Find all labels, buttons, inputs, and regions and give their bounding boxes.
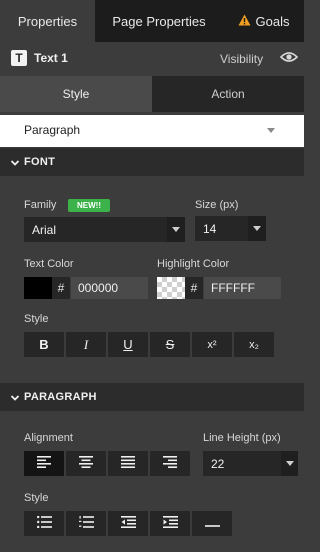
eye-icon[interactable] — [279, 50, 299, 64]
strikethrough-icon: S — [165, 337, 175, 352]
outdent-icon — [120, 516, 136, 531]
text-element-icon: T — [11, 50, 27, 66]
align-left-icon — [37, 456, 51, 471]
tab-page-properties[interactable]: Page Properties — [95, 0, 223, 42]
text-color-input[interactable]: 000000 — [71, 277, 148, 299]
new-badge: NEW!! — [68, 199, 110, 212]
align-left-button[interactable] — [24, 451, 64, 476]
strikethrough-button[interactable]: S — [150, 332, 190, 357]
highlight-color-swatch[interactable] — [157, 277, 185, 299]
underline-icon: U — [123, 337, 133, 352]
font-size-input[interactable]: 14 — [195, 216, 248, 241]
underline-button[interactable]: U — [108, 332, 148, 357]
font-size-dropdown-button[interactable] — [248, 216, 266, 241]
tab-goals-label: Goals — [255, 13, 290, 29]
align-justify-button[interactable] — [108, 451, 148, 476]
align-center-icon — [79, 456, 93, 471]
highlight-color-input[interactable]: FFFFFF — [204, 277, 281, 299]
line-height-dropdown-button[interactable] — [281, 451, 298, 476]
align-justify-icon — [121, 456, 135, 471]
italic-button[interactable]: I — [66, 332, 106, 357]
bold-icon: B — [39, 337, 49, 352]
tab-style-label: Style — [62, 87, 90, 101]
subscript-icon: x₂ — [249, 338, 259, 351]
chevron-down-icon — [172, 227, 180, 232]
horizontal-rule-button[interactable] — [192, 511, 232, 536]
text-color-label: Text Color — [24, 258, 74, 270]
font-family-value: Arial — [32, 222, 57, 237]
chevron-down-icon — [285, 461, 294, 466]
font-size-value: 14 — [203, 221, 217, 236]
superscript-icon: x² — [207, 338, 217, 351]
visibility-label: Visibility — [220, 52, 264, 66]
font-style-label: Style — [24, 313, 49, 325]
size-label: Size (px) — [195, 199, 239, 211]
highlight-color-hash: # — [185, 277, 203, 299]
subscript-button[interactable]: x₂ — [234, 332, 274, 357]
text-type-value: Paragraph — [24, 123, 81, 137]
superscript-button[interactable]: x² — [192, 332, 232, 357]
text-color-swatch[interactable] — [24, 277, 52, 299]
font-family-select[interactable]: Arial — [24, 217, 167, 242]
line-height-label: Line Height (px) — [203, 432, 281, 444]
numbered-list-button[interactable] — [66, 511, 106, 536]
paragraph-style-buttons — [24, 511, 232, 536]
bulleted-list-button[interactable] — [24, 511, 64, 536]
sub-tab-bar: Style Action — [0, 76, 304, 112]
highlight-color-value: FFFFFF — [211, 281, 255, 295]
chevron-down-icon — [253, 226, 261, 231]
tab-style[interactable]: Style — [0, 76, 152, 112]
family-label: Family — [24, 199, 57, 211]
tab-action[interactable]: Action — [152, 76, 304, 112]
text-color-hash: # — [52, 277, 70, 299]
bold-button[interactable]: B — [24, 332, 64, 357]
font-family-dropdown-button[interactable] — [167, 217, 185, 242]
align-right-button[interactable] — [150, 451, 190, 476]
paragraph-section-title: PARAGRAPH — [24, 391, 97, 403]
align-right-icon — [163, 456, 177, 471]
line-height-value: 22 — [211, 456, 225, 471]
tab-page-properties-label: Page Properties — [112, 13, 206, 29]
tab-properties[interactable]: Properties — [0, 0, 95, 42]
align-center-button[interactable] — [66, 451, 106, 476]
tab-goals[interactable]: Goals — [223, 0, 304, 42]
font-section-title: FONT — [24, 156, 56, 168]
italic-icon: I — [83, 336, 89, 352]
indent-button[interactable] — [150, 511, 190, 536]
tab-properties-label: Properties — [17, 13, 78, 29]
chevron-down-icon — [10, 157, 20, 167]
numbered-list-icon — [78, 516, 94, 531]
text-color-value: 000000 — [78, 281, 119, 295]
horizontal-rule-icon — [204, 516, 220, 531]
highlight-color-label: Highlight Color — [157, 258, 230, 270]
alignment-buttons — [24, 451, 190, 476]
warning-icon — [238, 14, 251, 29]
indent-icon — [162, 516, 178, 531]
tab-action-label: Action — [211, 87, 245, 101]
chevron-down-icon — [10, 392, 20, 402]
bulleted-list-icon — [36, 515, 52, 531]
element-name: Text 1 — [34, 51, 68, 65]
paragraph-style-label: Style — [24, 492, 49, 504]
font-style-buttons: B I U S x² x₂ — [24, 332, 274, 357]
alignment-label: Alignment — [24, 432, 73, 444]
chevron-down-icon — [267, 128, 275, 133]
outdent-button[interactable] — [108, 511, 148, 536]
line-height-input[interactable]: 22 — [203, 451, 281, 476]
top-tab-bar: Properties Page Properties Goals — [0, 0, 304, 42]
